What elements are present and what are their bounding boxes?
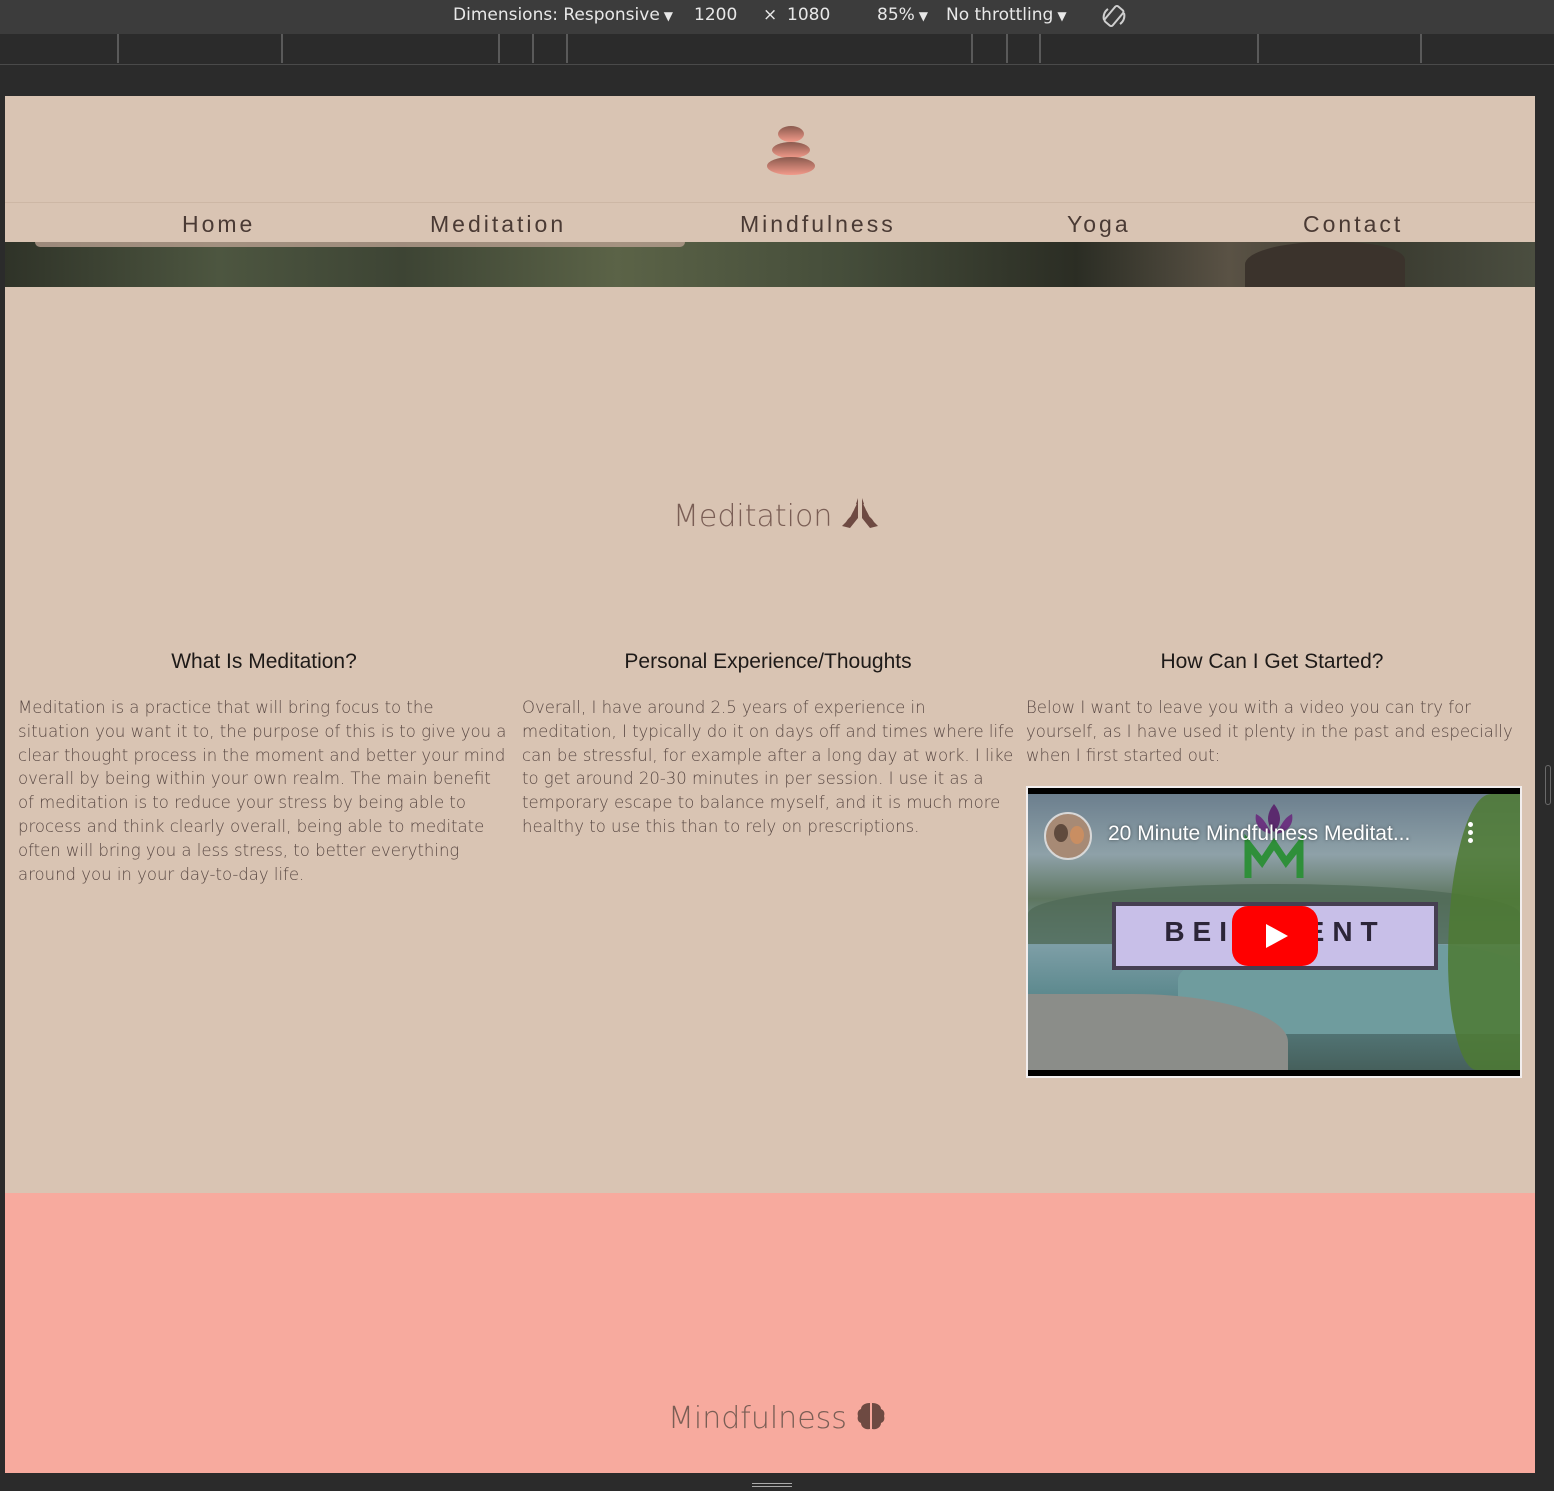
chevron-down-icon: ▼ xyxy=(918,9,929,23)
chevron-down-icon: ▼ xyxy=(1057,9,1067,23)
ruler-tick xyxy=(281,34,283,63)
lotus-logo-icon xyxy=(1244,804,1304,878)
get-started-column: How Can I Get Started? Below I want to l… xyxy=(1026,650,1518,767)
video-title[interactable]: 20 Minute Mindfulness Meditat... xyxy=(1108,822,1410,846)
mindfulness-title: Mindfulness xyxy=(668,1401,847,1436)
ruler-tick xyxy=(532,34,534,63)
scroll-handle[interactable] xyxy=(1545,765,1551,805)
main-nav: Home Meditation Mindfulness Yoga Contact xyxy=(5,202,1535,242)
meditation-title: Meditation xyxy=(673,499,833,534)
nav-contact[interactable]: Contact xyxy=(1303,211,1403,238)
throttling-label: No throttling xyxy=(946,5,1054,25)
thumbnail-tree xyxy=(1448,794,1520,1070)
meditation-heading: Meditation xyxy=(673,496,880,534)
ruler-tick xyxy=(971,34,973,63)
times-icon: × xyxy=(763,5,778,25)
nav-home[interactable]: Home xyxy=(182,211,255,238)
ruler-tick xyxy=(498,34,500,63)
devtools-toolbar: Dimensions: Responsive ▼ 1200 × 1080 85% ▼… xyxy=(0,0,1554,34)
hero-rock xyxy=(1245,242,1405,287)
ruler-tick xyxy=(1257,34,1259,63)
page-viewport: Home Meditation Mindfulness Yoga Contact… xyxy=(5,96,1535,1473)
channel-avatar[interactable] xyxy=(1044,812,1092,860)
nav-yoga[interactable]: Yoga xyxy=(1067,211,1131,238)
praying-hands-icon xyxy=(842,498,879,528)
zoom-label: 85% xyxy=(877,5,915,25)
kebab-menu-icon[interactable] xyxy=(1468,822,1474,844)
youtube-video-embed[interactable]: BEIN SENT 20 Minute Mindfulness Meditat.… xyxy=(1026,786,1522,1078)
ruler-tick xyxy=(566,34,568,63)
ruler-tick xyxy=(1006,34,1008,63)
media-query-ruler[interactable] xyxy=(0,34,1554,65)
site-header: Home Meditation Mindfulness Yoga Contact xyxy=(5,96,1535,242)
nav-active-indicator xyxy=(35,242,685,247)
mindfulness-section: Mindfulness xyxy=(5,1193,1535,1473)
height-input[interactable]: 1080 xyxy=(787,5,830,25)
what-is-meditation-column: What Is Meditation? Meditation is a prac… xyxy=(18,650,510,886)
hero-image xyxy=(5,242,1535,287)
mindfulness-heading: Mindfulness xyxy=(668,1400,887,1436)
column-heading: Personal Experience/Thoughts xyxy=(624,650,912,673)
youtube-play-icon[interactable] xyxy=(1232,906,1318,966)
rotate-icon[interactable] xyxy=(1100,3,1128,31)
ruler-tick xyxy=(117,34,119,63)
nav-mindfulness[interactable]: Mindfulness xyxy=(740,211,896,238)
column-heading: How Can I Get Started? xyxy=(1160,650,1384,673)
dimensions-label: Dimensions: Responsive xyxy=(453,5,660,25)
zoom-dropdown[interactable]: 85% ▼ xyxy=(877,5,928,25)
column-heading: What Is Meditation? xyxy=(171,650,357,673)
column-text: Meditation is a practice that will bring… xyxy=(18,698,507,884)
stacked-stones-icon[interactable] xyxy=(763,124,819,176)
brain-icon xyxy=(857,1403,885,1430)
nav-meditation[interactable]: Meditation xyxy=(430,211,566,238)
video-bottom-bar xyxy=(1028,1070,1520,1076)
width-input[interactable]: 1200 xyxy=(694,5,737,25)
column-text: Below I want to leave you with a video y… xyxy=(1026,698,1513,765)
column-text: Overall, I have around 2.5 years of expe… xyxy=(522,698,1014,836)
ruler-tick xyxy=(1039,34,1041,63)
personal-experience-column: Personal Experience/Thoughts Overall, I … xyxy=(522,650,1014,839)
ruler-tick xyxy=(1420,34,1422,63)
chevron-down-icon: ▼ xyxy=(663,9,674,23)
resize-handle[interactable] xyxy=(752,1483,792,1487)
dimensions-dropdown[interactable]: Dimensions: Responsive ▼ xyxy=(453,5,673,25)
viewport-gap xyxy=(0,65,1554,96)
video-thumbnail: BEIN SENT 20 Minute Mindfulness Meditat.… xyxy=(1028,794,1520,1074)
throttling-dropdown[interactable]: No throttling ▼ xyxy=(946,5,1067,25)
